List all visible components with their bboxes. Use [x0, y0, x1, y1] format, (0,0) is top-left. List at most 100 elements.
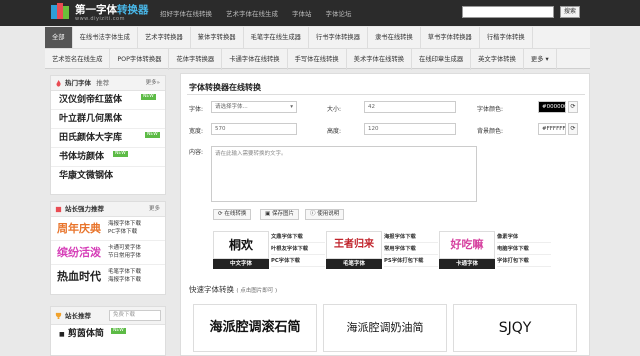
recommend-link[interactable]: 卡通可爱字体 [108, 244, 141, 252]
owner-title: 站长推荐 [65, 312, 91, 320]
save-image-button[interactable]: ▣ 保存图片 [260, 209, 299, 220]
quick-convert-title: 快速字体转换 ( 点击图片即可 ) [189, 284, 277, 295]
recommend-header: 站长强力推荐 更多 [51, 202, 165, 217]
recommend-link[interactable]: PC字体下载 [108, 228, 141, 236]
strip-caption: 毛笔字体 [326, 259, 382, 269]
list-item[interactable]: 周年庆典 海报字体下载 PC字体下载 [51, 217, 165, 241]
strip-art: 桐欢 [213, 231, 269, 259]
strip-link[interactable]: 电脑字体下载 [497, 243, 551, 255]
strip-link[interactable]: 像素字体 [497, 231, 551, 243]
font-select[interactable]: 请选择字体... ▾ [211, 101, 297, 113]
strip-link[interactable]: 叶根友字体下载 [271, 243, 325, 255]
recommend-links: 卡通可爱字体 节日常用字体 [108, 244, 141, 260]
tab-art[interactable]: 艺术字转换器 [138, 27, 191, 48]
tab-flower[interactable]: 花体字转换器 [169, 48, 223, 70]
color-picker-icon[interactable]: ⟳ [568, 101, 578, 113]
hot-fonts-more-link[interactable]: 更多» [146, 76, 160, 91]
help-label: 使用说明 [317, 211, 340, 217]
tab-calligraphy[interactable]: 在线书法字体生成 [73, 27, 138, 48]
bg-picker-icon[interactable]: ⟳ [568, 123, 578, 135]
category-strip-chinese[interactable]: 桐欢 中文字体 文鼎字体下载 叶根友字体下载 PC字体下载 [213, 231, 325, 269]
save-label: 保存图片 [271, 211, 294, 217]
search-button[interactable]: 搜索 [560, 6, 580, 18]
convert-button[interactable]: ⟳ 在线转换 [213, 209, 252, 220]
quick-sample-3[interactable]: SJQY [453, 304, 577, 352]
tab-cursive[interactable]: 草书字体转换器 [421, 27, 480, 48]
quick-sample-1[interactable]: 海派腔调滚石简 [193, 304, 317, 352]
tab-clerical[interactable]: 隶书在线转换 [368, 27, 421, 48]
category-nav: 全部 在线书法字体生成 艺术字转换器 篆体字转换器 毛笔字在线生成器 行书字体转… [45, 27, 590, 70]
recommend-icon [55, 206, 62, 213]
bg-color-field[interactable]: #FFFFFF [538, 123, 566, 135]
top-nav-item[interactable]: 字体论坛 [326, 8, 352, 18]
owner-search-input[interactable]: 免费下载 [109, 310, 161, 321]
list-item[interactable]: 缤纷活泼 卡通可爱字体 节日常用字体 [51, 241, 165, 265]
refresh-icon: ⟳ [218, 211, 223, 217]
tab-fineart[interactable]: 美术字体在线转换 [347, 48, 413, 70]
recommend-more-link[interactable]: 更多 [149, 202, 160, 217]
tab-more-label: 更多 [530, 55, 544, 63]
recommend-link[interactable]: 毛笔字体下载 [108, 268, 141, 276]
site-title[interactable]: 第一字体转换器 [75, 2, 149, 17]
recommend-art: 周年庆典 [57, 222, 101, 235]
quick-sample-2[interactable]: 海派腔调奶油简 [323, 304, 447, 352]
recommend-link[interactable]: 节日常用字体 [108, 252, 141, 260]
strip-link[interactable]: PS字体打包下载 [384, 255, 438, 267]
tab-all[interactable]: 全部 [45, 27, 73, 48]
strip-link[interactable]: PC字体下载 [271, 255, 325, 267]
strip-link[interactable]: 常用字体下载 [384, 243, 438, 255]
list-item[interactable]: 热血时代 毛笔字体下载 海报字体下载 [51, 265, 165, 289]
width-field[interactable]: 570 [211, 123, 297, 135]
strip-art: 好吃嘛 [439, 231, 495, 259]
help-button[interactable]: ⓘ 使用说明 [305, 209, 345, 220]
content-textarea[interactable]: 请在此输入需要转换的文字。 [211, 146, 477, 202]
tab-handwriting[interactable]: 手写体在线转换 [288, 48, 347, 70]
tab-signature[interactable]: 艺术签名在线生成 [45, 48, 111, 70]
list-item[interactable]: 书体坊颜体 NEW [51, 148, 165, 167]
width-label: 宽度: [189, 128, 204, 135]
height-field[interactable]: 120 [364, 123, 456, 135]
list-item[interactable]: 叶立群几何黑体 [51, 110, 165, 129]
top-nav-item[interactable]: 招好字体在线转换 [160, 8, 212, 18]
recommend-panel: 站长强力推荐 更多 周年庆典 海报字体下载 PC字体下载 缤纷活泼 卡通可爱字体节… [50, 201, 166, 295]
strip-links: 文鼎字体下载 叶根友字体下载 PC字体下载 [271, 231, 325, 267]
strip-caption: 中文字体 [213, 259, 269, 269]
tab-seal[interactable]: 篆体字转换器 [191, 27, 244, 48]
recommend-link[interactable]: 海报字体下载 [108, 220, 141, 228]
hot-fonts-header: 热门字体 推荐 更多» [51, 76, 165, 91]
category-strip-cartoon[interactable]: 好吃嘛 卡通字体 像素字体 电脑字体下载 字体打包下载 [439, 231, 551, 269]
list-item[interactable]: ■ 剪茵体简 NEW [51, 325, 165, 344]
strip-link[interactable]: 字体打包下载 [497, 255, 551, 267]
tab-pop[interactable]: POP字体转换器 [110, 48, 170, 70]
nav-row-1: 全部 在线书法字体生成 艺术字转换器 篆体字转换器 毛笔字在线生成器 行书字体转… [45, 27, 590, 48]
title-part1: 第一字体 [75, 4, 117, 16]
list-item[interactable]: 田氏颜体大字库 NEW [51, 129, 165, 148]
search-input[interactable] [462, 6, 554, 18]
tab-xingkai[interactable]: 行楷字体转换 [480, 27, 533, 48]
title-divider [187, 94, 585, 95]
category-strip-brush[interactable]: 王者归来 毛笔字体 海报字体下载 常用字体下载 PS字体打包下载 [326, 231, 438, 269]
size-field[interactable]: 42 [364, 101, 456, 113]
font-name: 田氏颜体大字库 [59, 133, 123, 143]
list-item[interactable]: 汉仪剑帝红蓝体 NEW [51, 91, 165, 110]
strip-link[interactable]: 文鼎字体下载 [271, 231, 325, 243]
header: 第一字体转换器 www.diyiziti.com 招好字体在线转换 艺术字体在线… [0, 0, 640, 26]
tab-english[interactable]: 英文字体转换 [471, 48, 524, 70]
top-nav-item[interactable]: 艺术字体在线生成 [226, 8, 278, 18]
title-part2: 转换器 [117, 4, 149, 16]
tab-more[interactable]: 更多 ▾ [524, 48, 557, 70]
tab-running[interactable]: 行书字体转换器 [309, 27, 368, 48]
list-item[interactable]: 华康文微钢体 [51, 167, 165, 186]
font-color-field[interactable]: #000000 [538, 101, 568, 113]
tab-brush[interactable]: 毛笔字在线生成器 [244, 27, 309, 48]
hot-fonts-panel: 热门字体 推荐 更多» 汉仪剑帝红蓝体 NEW 叶立群几何黑体 田氏颜体大字库 NE… [50, 75, 166, 195]
recommend-link[interactable]: 海报字体下载 [108, 276, 141, 284]
strip-link[interactable]: 海报字体下载 [384, 231, 438, 243]
tab-cartoon[interactable]: 卡通字体在线转换 [222, 48, 288, 70]
font-name: 剪茵体简 [67, 329, 104, 339]
top-nav-item[interactable]: 字体站 [292, 8, 312, 18]
strip-art: 王者归来 [326, 231, 382, 259]
top-nav: 招好字体在线转换 艺术字体在线生成 字体站 字体论坛 [160, 8, 352, 18]
recommend-links: 海报字体下载 PC字体下载 [108, 220, 141, 236]
tab-stamp[interactable]: 在线印章生成器 [412, 48, 472, 70]
